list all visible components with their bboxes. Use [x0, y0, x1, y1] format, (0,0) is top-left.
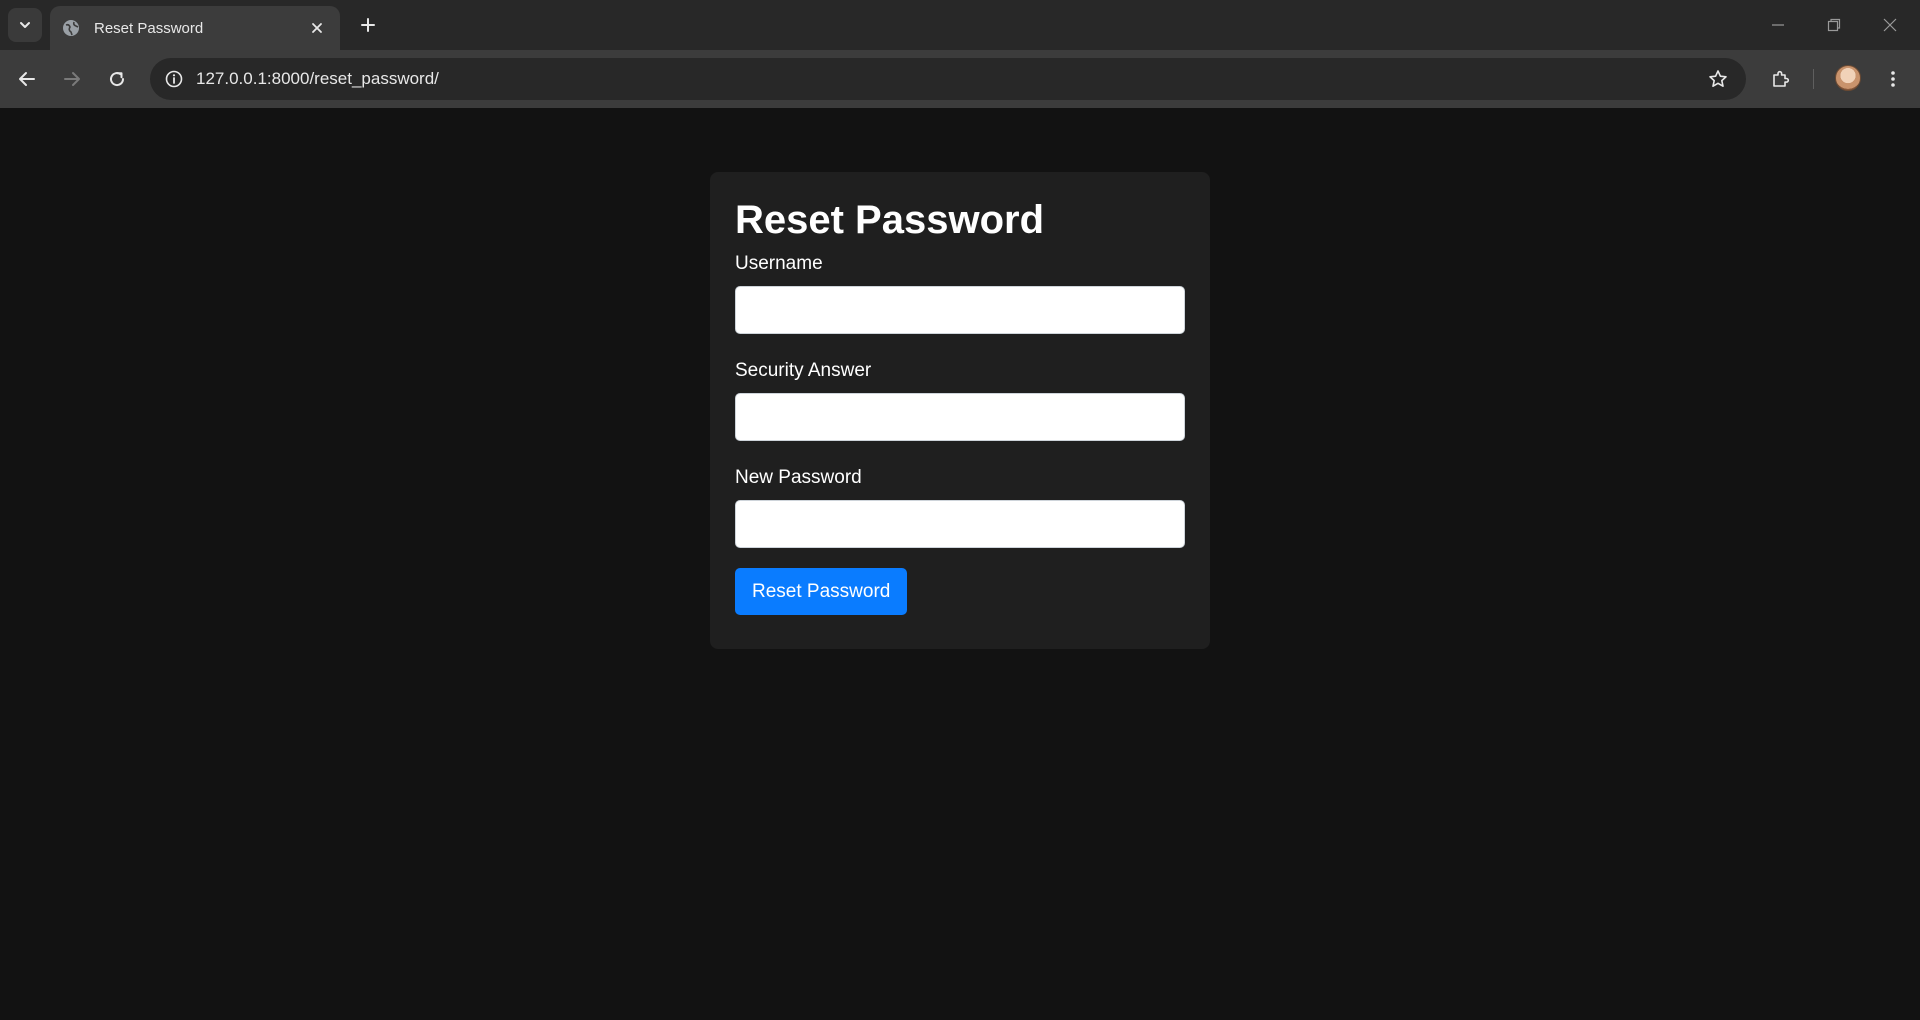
new-password-input[interactable]: [735, 500, 1185, 548]
minimize-icon: [1772, 24, 1784, 26]
address-bar[interactable]: 127.0.0.1:8000/reset_password/: [150, 58, 1746, 100]
restore-icon: [1827, 18, 1841, 32]
extensions-button[interactable]: [1763, 61, 1799, 97]
username-label: Username: [735, 253, 823, 274]
reset-password-card: Reset Password Username Security Answer …: [710, 172, 1210, 649]
page-title: Reset Password: [735, 198, 1045, 242]
tab-active[interactable]: Reset Password: [50, 6, 340, 50]
arrow-right-icon: [64, 72, 80, 86]
forward-button[interactable]: [54, 61, 90, 97]
tab-close-button[interactable]: [306, 17, 328, 39]
info-icon: [165, 70, 183, 88]
back-button[interactable]: [9, 61, 45, 97]
reset-password-button[interactable]: Reset Password: [735, 568, 908, 615]
close-icon: [312, 23, 322, 33]
minimize-button[interactable]: [1750, 0, 1806, 50]
profile-avatar[interactable]: [1835, 65, 1861, 91]
restore-button[interactable]: [1806, 0, 1862, 50]
new-tab-button[interactable]: [352, 9, 384, 41]
username-input[interactable]: [735, 286, 1185, 334]
reload-icon: [110, 72, 125, 87]
tab-strip: Reset Password: [0, 0, 1920, 50]
security-answer-label: Security Answer: [735, 360, 872, 381]
page-content: Reset Password Username Security Answer …: [0, 108, 1920, 1020]
puzzle-icon: [1773, 70, 1790, 87]
tab-title: Reset Password: [94, 19, 204, 37]
star-icon: [1709, 70, 1727, 87]
tab-search-button[interactable]: [8, 8, 42, 42]
kebab-menu-icon: [1891, 71, 1895, 87]
globe-icon: [63, 20, 79, 36]
close-window-button[interactable]: [1862, 0, 1918, 50]
site-info-button[interactable]: [158, 63, 190, 95]
plus-icon: [361, 18, 375, 32]
close-window-icon: [1883, 18, 1897, 32]
browser-toolbar: 127.0.0.1:8000/reset_password/: [0, 50, 1920, 108]
toolbar-divider: [1813, 69, 1814, 89]
url-text[interactable]: 127.0.0.1:8000/reset_password/: [196, 58, 439, 100]
security-answer-input[interactable]: [735, 393, 1185, 441]
new-password-label: New Password: [735, 467, 862, 488]
arrow-left-icon: [19, 72, 35, 86]
bookmark-button[interactable]: [1702, 63, 1734, 95]
reload-button[interactable]: [99, 61, 135, 97]
chevron-down-icon: [20, 22, 30, 28]
browser-menu-button[interactable]: [1875, 61, 1911, 97]
